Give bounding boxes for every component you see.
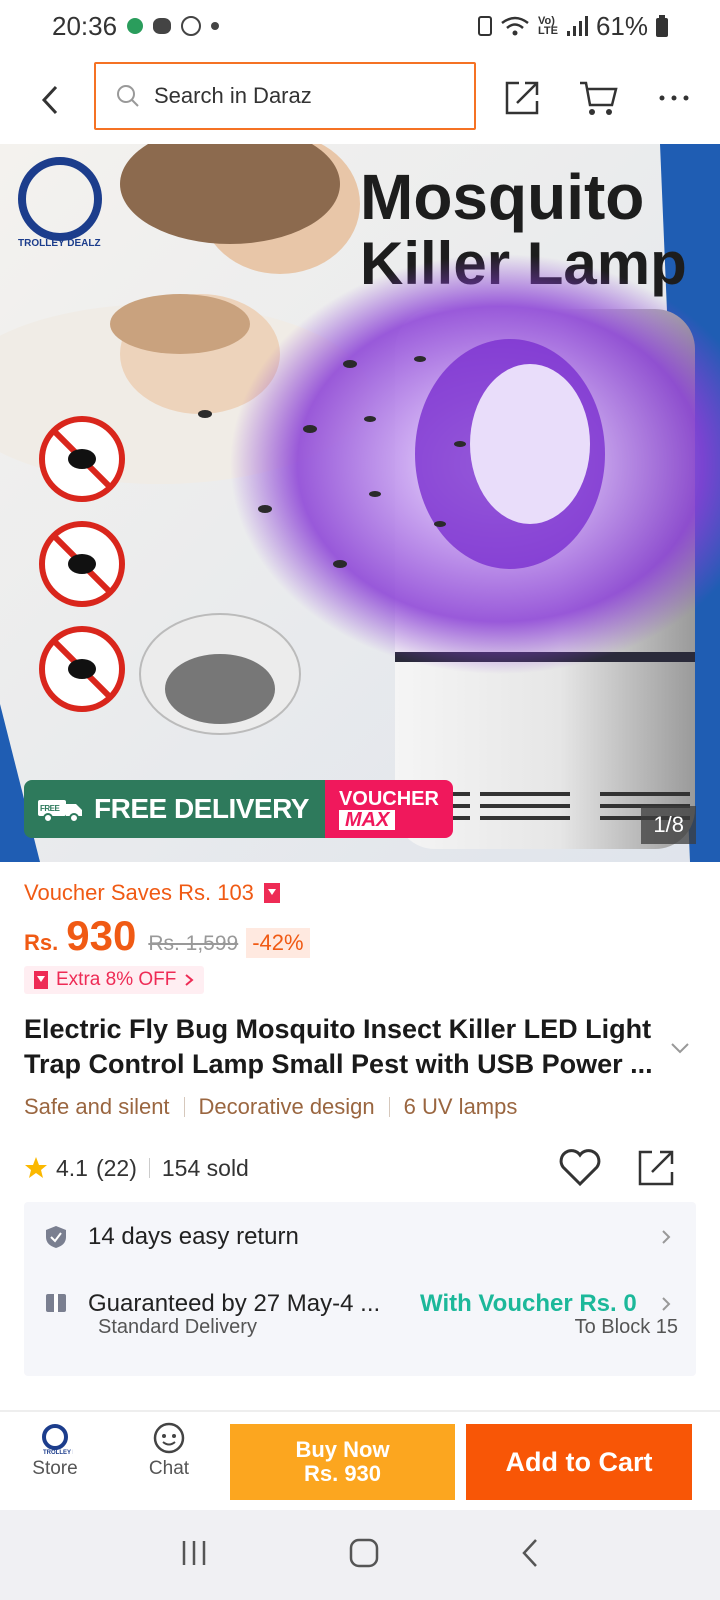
discount-badge: -42% (246, 928, 310, 958)
delivery-truck-icon: FREE (38, 800, 82, 823)
store-label: Store (32, 1458, 78, 1479)
delivery-guarantee-text: Guaranteed by 27 May-4 ... (88, 1290, 381, 1317)
voucher-icon (34, 971, 48, 989)
star-icon (25, 1157, 47, 1178)
system-back-button[interactable] (519, 1537, 541, 1574)
buy-now-button[interactable]: Buy Now Rs. 930 (230, 1424, 455, 1500)
delivery-location[interactable]: To Block 15 (575, 1316, 678, 1339)
price-row: Rs. 930 Rs. 1,599 -42% (24, 912, 310, 960)
share-product-button[interactable] (636, 1148, 680, 1192)
divider (183, 1097, 185, 1117)
image-headline-1: Mosquito (360, 161, 644, 233)
product-title: Electric Fly Bug Mosquito Insect Killer … (24, 1014, 653, 1079)
extra-off-label: Extra 8% OFF (56, 969, 177, 990)
back-icon (521, 1538, 537, 1567)
delivery-type: Standard Delivery (98, 1316, 257, 1338)
feature-tag: Decorative design (198, 1094, 375, 1119)
package-icon (46, 1294, 66, 1312)
signal-icon (566, 16, 588, 36)
volte-icon: Vo) LTE (537, 15, 558, 37)
voucher-saves[interactable]: Voucher Saves Rs. 103 (24, 880, 280, 906)
top-bar: Search in Daraz (0, 56, 720, 144)
chevron-right-icon (662, 1230, 671, 1244)
message-icon (153, 18, 172, 34)
system-nav-bar (0, 1510, 720, 1600)
original-price: Rs. 1,599 (148, 932, 239, 955)
service-panel: 14 days easy return Guaranteed by 27 May… (24, 1202, 696, 1376)
search-input[interactable]: Search in Daraz (94, 62, 476, 130)
sim-icon (477, 16, 492, 36)
more-options-button[interactable] (650, 74, 698, 122)
delivery-voucher-text: With Voucher Rs. 0 (420, 1290, 637, 1317)
svg-text:TROLLEY DEALZ: TROLLEY DEALZ (43, 1450, 73, 1456)
home-icon (349, 1538, 379, 1567)
feature-tag: Safe and silent (24, 1094, 170, 1119)
voucher-icon (263, 883, 280, 903)
store-button[interactable]: TROLLEY DEALZ Store (10, 1422, 100, 1480)
status-bar: 20:36 Vo) LTE 61% (0, 0, 720, 52)
shield-icon (46, 1226, 66, 1248)
clock: 20:36 (52, 10, 118, 41)
buy-now-price: Rs. 930 (303, 1461, 382, 1486)
more-icon (659, 95, 689, 101)
chat-label: Chat (148, 1458, 190, 1479)
buy-now-label: Buy Now (295, 1437, 390, 1462)
more-notifications-icon (211, 22, 220, 30)
share-icon (505, 81, 539, 115)
price-currency: Rs. (24, 930, 59, 955)
store-icon: TROLLEY DEALZ (42, 1424, 73, 1456)
chevron-left-icon (41, 85, 58, 115)
free-delivery-label: FREE DELIVERY (94, 793, 309, 824)
free-delivery-badge: FREE FREE DELIVERY (24, 780, 325, 838)
voucher-label: VOUCHER (338, 788, 439, 810)
chat-button[interactable]: Chat (124, 1422, 214, 1480)
price-value: 930 (66, 912, 137, 959)
svg-text:FREE: FREE (40, 804, 61, 813)
wifi-icon (501, 16, 529, 36)
return-policy-text: 14 days easy return (88, 1223, 299, 1250)
search-icon (117, 85, 139, 107)
chevron-right-icon (662, 1297, 671, 1311)
app-notification-icon (127, 18, 144, 34)
extra-off-button[interactable]: Extra 8% OFF (24, 966, 205, 994)
wishlist-button[interactable] (558, 1148, 602, 1192)
divider (148, 1158, 150, 1178)
review-count[interactable]: (22) (96, 1155, 137, 1182)
voucher-saves-text: Voucher Saves Rs. 103 (24, 880, 254, 905)
search-placeholder: Search in Daraz (154, 83, 312, 108)
bottom-action-bar: TROLLEY DEALZ Store Chat Buy Now Rs. 930… (0, 1412, 720, 1510)
expand-title-button[interactable] (668, 1040, 692, 1064)
brand-logo-text: TROLLEY DEALZ (18, 238, 101, 249)
promo-banner: FREE FREE DELIVERY VOUCHER MAX (24, 780, 453, 838)
chevron-right-icon (185, 974, 194, 986)
max-label: MAX (338, 810, 396, 830)
product-image-carousel[interactable]: Mosquito Killer Lamp TROLLEY DEALZ (0, 144, 720, 862)
back-button[interactable] (30, 74, 70, 126)
divider (388, 1097, 390, 1117)
return-policy-row[interactable]: 14 days easy return (24, 1202, 696, 1272)
rating-value[interactable]: 4.1 (56, 1155, 88, 1182)
chevron-down-icon (671, 1043, 689, 1054)
feature-tags: Safe and silent Decorative design 6 UV l… (24, 1094, 517, 1120)
image-counter: 1/8 (641, 806, 696, 844)
battery-icon (656, 15, 668, 37)
cart-icon (580, 81, 618, 115)
feature-tag: 6 UV lamps (403, 1094, 518, 1119)
share-icon (638, 1150, 674, 1186)
heart-icon (559, 1149, 601, 1187)
recent-apps-icon (183, 1540, 206, 1565)
chat-icon (153, 1422, 185, 1454)
rating-row: 4.1 (22) 154 sold (24, 1148, 696, 1188)
add-to-cart-button[interactable]: Add to Cart (466, 1424, 692, 1500)
product-photo: Mosquito Killer Lamp TROLLEY DEALZ (0, 144, 720, 862)
share-button[interactable] (498, 74, 546, 122)
sold-count: 154 sold (161, 1154, 249, 1181)
voucher-max-badge: VOUCHER MAX (324, 780, 453, 838)
battery-percent: 61% (595, 10, 648, 41)
home-button[interactable] (348, 1537, 380, 1574)
add-to-cart-label: Add to Cart (505, 1446, 653, 1477)
cart-button[interactable] (574, 74, 622, 122)
recent-apps-button[interactable] (179, 1538, 209, 1573)
whatsapp-icon (181, 16, 202, 36)
